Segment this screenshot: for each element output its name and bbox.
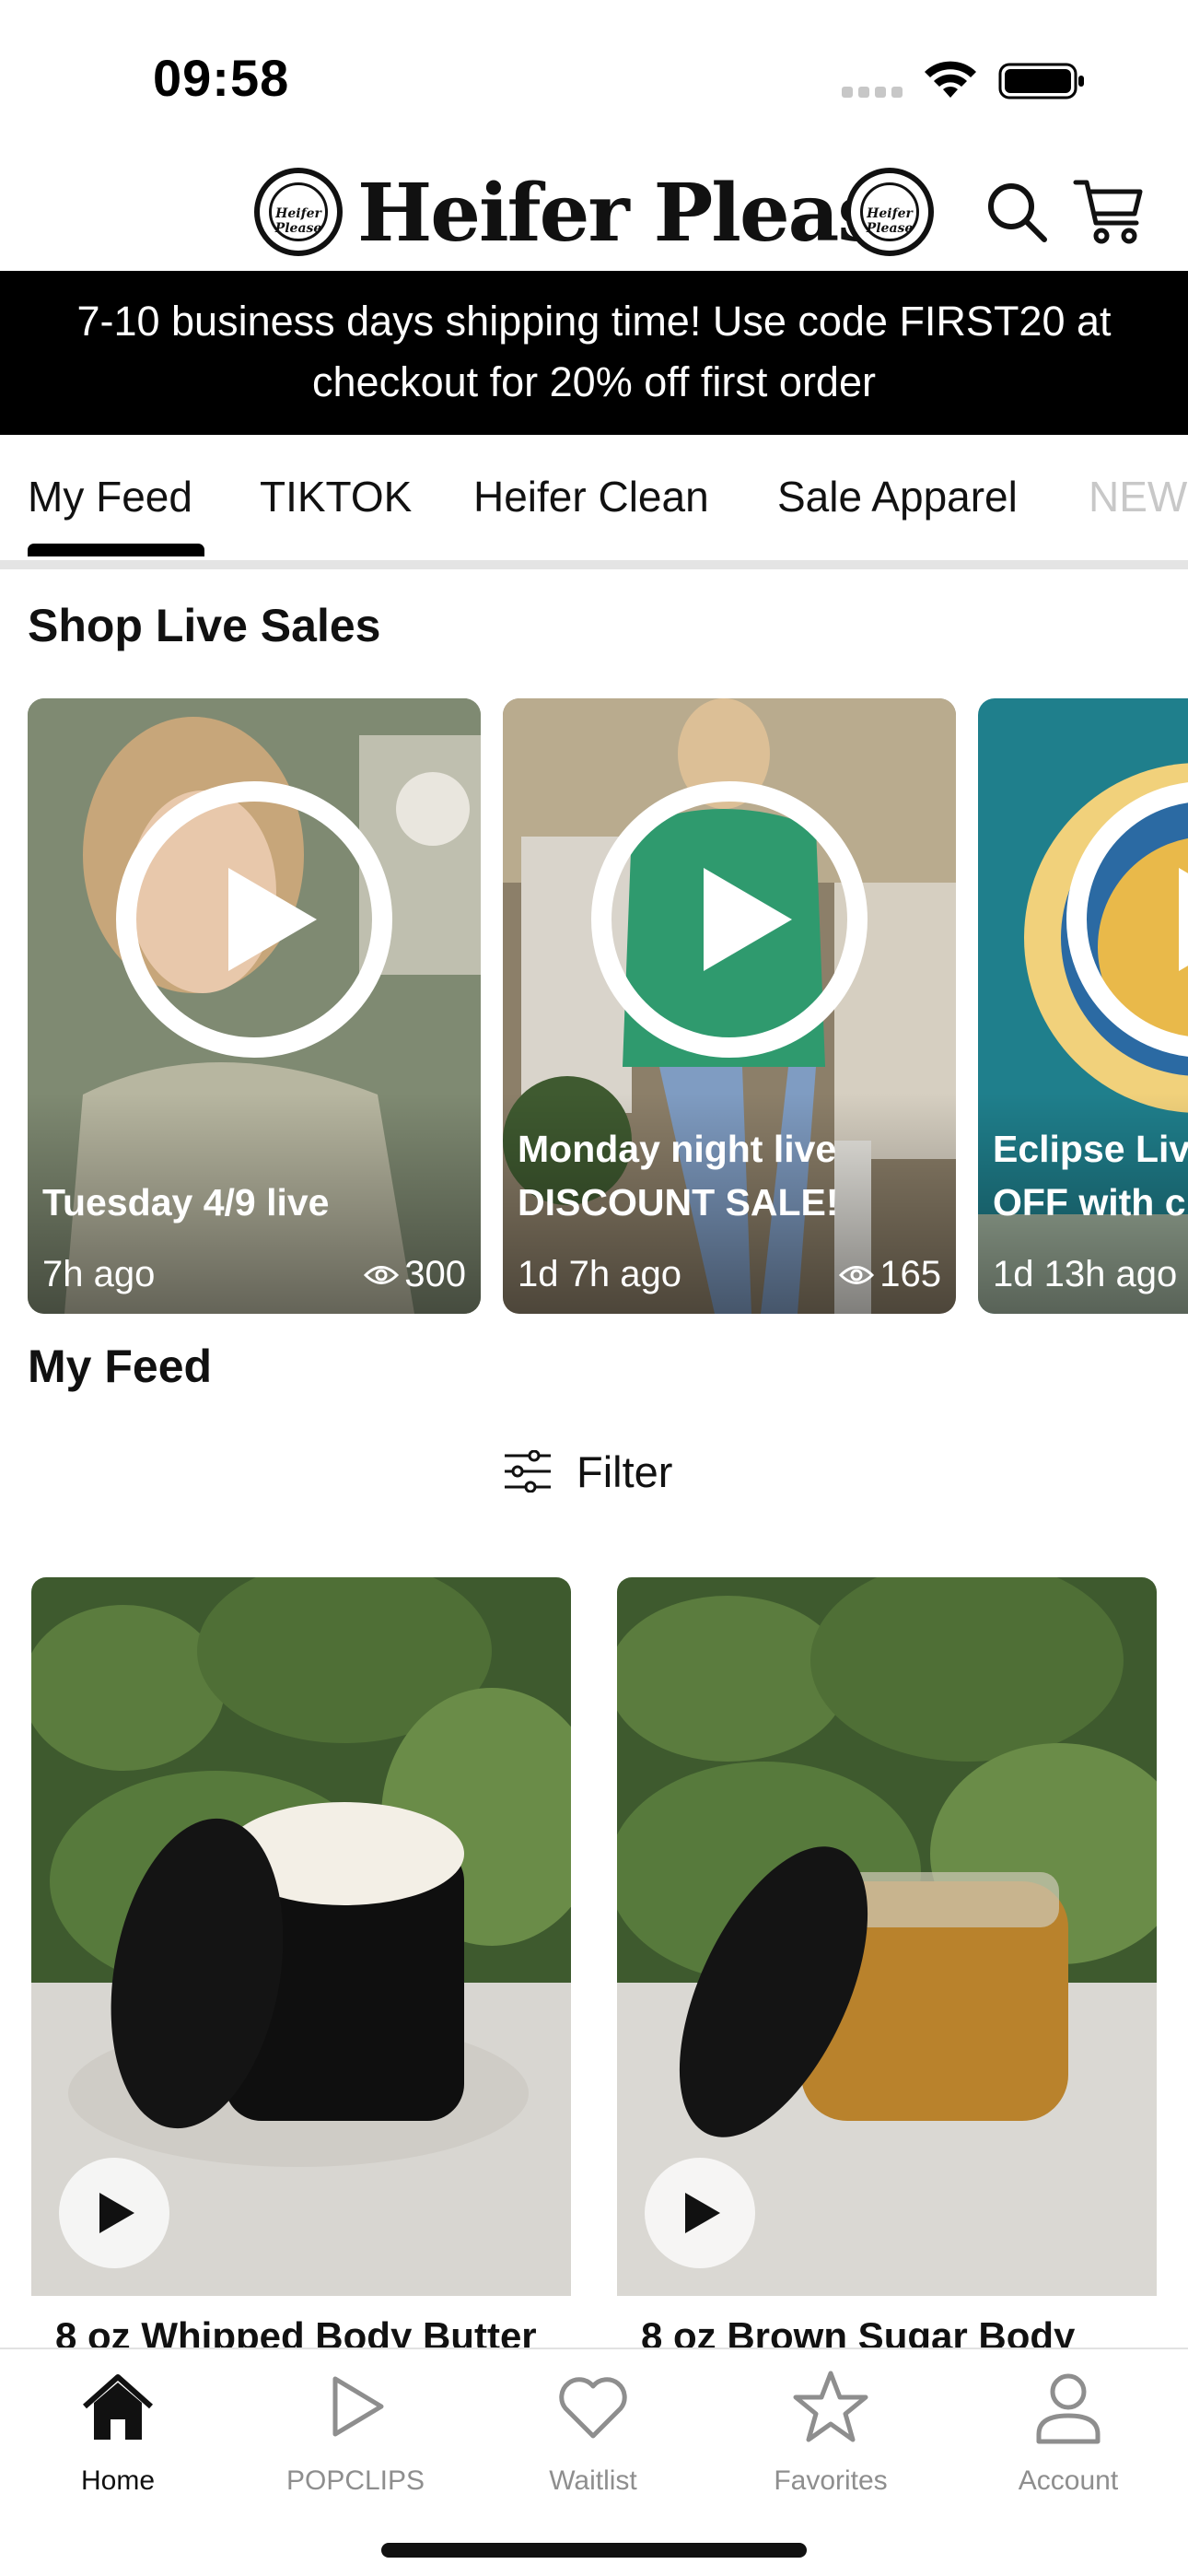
status-time: 09:58: [153, 49, 290, 107]
search-icon[interactable]: [984, 179, 1050, 245]
person-icon: [1036, 2373, 1101, 2444]
cellular-signal-icon: [842, 87, 903, 98]
nav-home[interactable]: Home: [17, 2366, 219, 2504]
live-sale-title-line: OFF with c: [993, 1181, 1186, 1224]
home-indicator[interactable]: [381, 2543, 807, 2558]
nav-label: Home: [80, 2465, 156, 2496]
play-icon[interactable]: [591, 781, 868, 1058]
nav-label: POPCLIPS: [285, 2465, 425, 2496]
live-sale-title-line: Monday night live: [518, 1128, 837, 1170]
promo-banner[interactable]: 7-10 business days shipping time! Use co…: [0, 271, 1188, 435]
category-tabs: My Feed TIKTOK Heifer Clean Sale Apparel…: [0, 435, 1188, 569]
nav-label: Waitlist: [549, 2465, 637, 2496]
tab-tiktok[interactable]: TIKTOK: [260, 472, 412, 521]
tab-my-feed[interactable]: My Feed: [28, 472, 192, 521]
eye-icon: [839, 1265, 875, 1284]
eye-icon: [364, 1265, 400, 1284]
live-sale-card[interactable]: Monday night live DISCOUNT SALE! 1d 7h a…: [503, 698, 956, 1314]
live-sale-card[interactable]: Tuesday 4/9 live 7h ago 300: [28, 698, 481, 1314]
brand-logo-badge: Heifer Please: [254, 168, 343, 256]
product-card[interactable]: 8 oz Whipped Body Butter: [31, 1577, 571, 2360]
view-count-value: 300: [404, 1254, 466, 1294]
feed-heading: My Feed: [28, 1341, 213, 1392]
status-bar: 09:58: [0, 0, 1188, 157]
filter-label: Filter: [577, 1446, 673, 1496]
play-outline-icon: [332, 2376, 384, 2437]
live-sale-title-line: DISCOUNT SALE!: [518, 1181, 839, 1224]
live-sale-title: Eclipse Live OFF with c: [993, 1122, 1188, 1229]
app-header: Heifer Please Heifer Please Heifer Pleas…: [0, 157, 1188, 271]
live-sale-title-line: Eclipse Live: [993, 1128, 1188, 1170]
tab-sale-apparel[interactable]: Sale Apparel: [777, 472, 1018, 521]
star-icon: [793, 2371, 868, 2442]
promo-text: 7-10 business days shipping time! Use co…: [76, 298, 1112, 405]
nav-account[interactable]: Account: [967, 2366, 1170, 2504]
play-icon[interactable]: [116, 781, 392, 1058]
battery-icon: [998, 63, 1084, 100]
active-tab-indicator: [28, 544, 204, 556]
live-sale-title: Monday night live DISCOUNT SALE!: [518, 1122, 839, 1229]
live-sale-time: 7h ago: [42, 1254, 156, 1294]
tabs-divider: [0, 560, 1188, 569]
brand-title[interactable]: Heifer Please: [357, 166, 931, 262]
logo-badge-text: Heifer Please: [274, 206, 322, 236]
filter-sliders-icon: [505, 1450, 551, 1493]
nav-label: Account: [1018, 2465, 1119, 2496]
nav-waitlist[interactable]: Waitlist: [492, 2366, 694, 2504]
home-icon: [83, 2374, 153, 2440]
nav-popclips[interactable]: POPCLIPS: [254, 2366, 457, 2504]
product-card[interactable]: 8 oz Brown Sugar Body: [617, 1577, 1157, 2360]
play-icon[interactable]: [59, 2158, 169, 2268]
tab-heifer-clean[interactable]: Heifer Clean: [473, 472, 709, 521]
bottom-nav: Home POPCLIPS Waitlist Favorites Account: [0, 2348, 1188, 2576]
view-count: 165: [839, 1254, 941, 1295]
filter-button[interactable]: Filter: [503, 1439, 672, 1504]
brand-logo-badge: Heifer Please: [845, 168, 934, 256]
nav-favorites[interactable]: Favorites: [729, 2366, 932, 2504]
logo-badge-text: Heifer Please: [866, 206, 914, 236]
play-icon[interactable]: [645, 2158, 755, 2268]
live-sale-title-line: Tuesday 4/9 live: [42, 1181, 330, 1224]
tab-new[interactable]: NEW: [1089, 472, 1187, 521]
nav-label: Favorites: [774, 2465, 888, 2496]
cart-icon[interactable]: [1072, 175, 1146, 247]
live-sales-heading: Shop Live Sales: [28, 600, 381, 651]
live-sale-time: 1d 7h ago: [518, 1254, 681, 1294]
view-count-value: 165: [879, 1254, 941, 1294]
live-sale-card[interactable]: Eclipse Live OFF with c 1d 13h ago: [978, 698, 1188, 1314]
live-sale-title: Tuesday 4/9 live: [42, 1176, 329, 1229]
view-count: 300: [364, 1254, 466, 1295]
live-sale-time: 1d 13h ago: [993, 1254, 1178, 1294]
wifi-icon: [925, 61, 976, 98]
heart-icon: [559, 2377, 627, 2439]
